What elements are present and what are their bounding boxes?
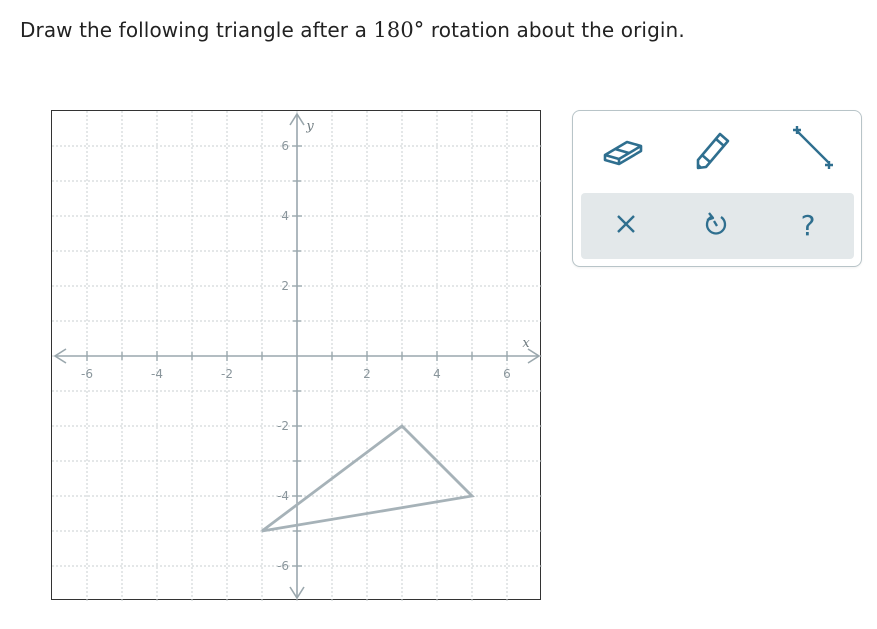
eraser-tool[interactable] [595,127,651,175]
action-bar: ? [581,193,854,259]
y-tick-label: -6 [277,559,289,573]
x-tick-label: -6 [81,367,93,381]
graph-canvas[interactable]: -6 -4 -2 2 4 6 6 4 2 -2 -4 -6 x y [51,110,542,601]
line-segment-tool[interactable] [785,125,841,177]
close-icon [615,213,637,239]
question-prompt: Draw the following triangle after a 180°… [20,18,685,42]
clear-button[interactable] [600,202,652,250]
question-text-before: Draw the following triangle after a [20,18,374,42]
x-tick-label: 6 [503,367,511,381]
x-tick-label: 4 [433,367,441,381]
x-tick-label: -2 [221,367,233,381]
x-tick-label: -4 [151,367,163,381]
help-icon: ? [800,209,816,242]
y-tick-label: 4 [281,209,289,223]
x-tick-label: 2 [363,367,371,381]
rotation-angle: 180° [373,18,425,42]
eraser-icon [599,129,647,173]
pencil-icon [687,125,735,177]
line-segment-icon [789,125,837,177]
question-text-after: rotation about the origin. [424,18,685,42]
drawing-toolbox: ? [572,110,862,267]
y-tick-label: 6 [281,139,289,153]
y-tick-label: -2 [277,419,289,433]
x-axis-label: x [522,336,530,351]
pencil-tool[interactable] [683,127,739,175]
y-tick-label: -4 [277,489,289,503]
y-axis-label: y [305,119,314,134]
y-tick-label: 2 [281,279,289,293]
help-button[interactable]: ? [782,202,834,250]
coordinate-plane[interactable]: -6 -4 -2 2 4 6 6 4 2 -2 -4 -6 x y [52,111,542,601]
undo-button[interactable] [690,202,742,250]
undo-icon [703,211,729,241]
